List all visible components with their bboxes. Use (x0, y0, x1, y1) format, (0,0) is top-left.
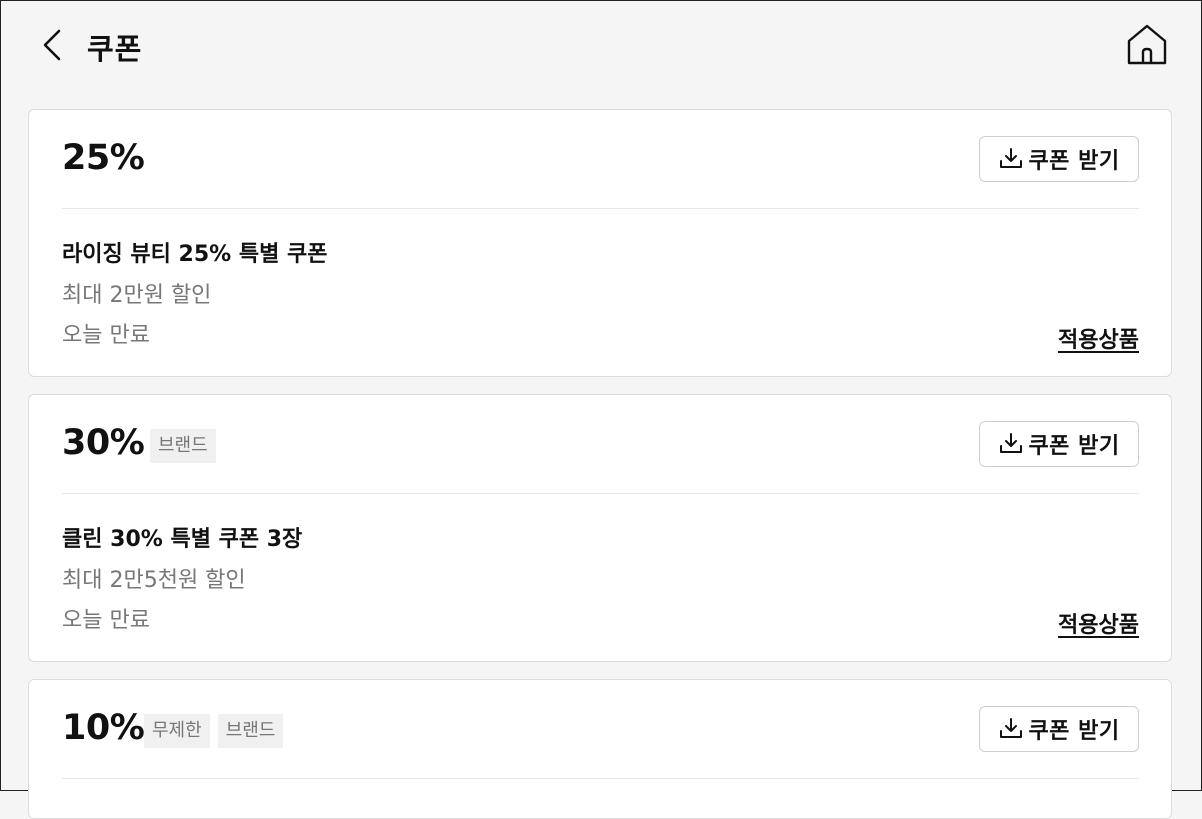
back-button[interactable] (37, 25, 71, 65)
coupon-tag: 무제한 (144, 714, 210, 748)
download-coupon-button[interactable]: 쿠폰 받기 (979, 136, 1139, 182)
download-icon (1000, 718, 1023, 738)
coupon-tag: 브랜드 (150, 429, 216, 463)
coupon-card: 25% 쿠폰 받기 라이징 뷰티 25% 특별 쿠폰 최대 2만원 할인 오늘 … (28, 109, 1172, 377)
top-bar: 쿠폰 (1, 1, 1201, 91)
download-coupon-label: 쿠폰 받기 (1028, 149, 1120, 174)
page-title: 쿠폰 (87, 32, 143, 66)
coupon-card-header: 10% 무제한 브랜드 쿠폰 받기 (29, 680, 1171, 778)
coupon-expiry: 오늘 만료 (62, 608, 150, 633)
download-coupon-button[interactable]: 쿠폰 받기 (979, 706, 1139, 752)
coupon-card: 30% 브랜드 쿠폰 받기 클린 30% 특별 쿠폰 3장 최대 2만5천원 할… (28, 394, 1172, 662)
coupon-percent: 30% (62, 423, 145, 463)
applicable-products-link[interactable]: 적용상품 (1058, 607, 1139, 639)
download-coupon-label: 쿠폰 받기 (1028, 719, 1120, 744)
download-icon (1000, 433, 1023, 453)
coupon-name: 라이징 뷰티 25% 특별 쿠폰 (62, 242, 328, 267)
card-divider (62, 208, 1139, 209)
coupon-card-header: 25% 쿠폰 받기 (29, 110, 1171, 208)
coupon-expiry: 오늘 만료 (62, 323, 150, 348)
download-coupon-button[interactable]: 쿠폰 받기 (979, 421, 1139, 467)
coupon-max-discount: 최대 2만원 할인 (62, 283, 212, 308)
applicable-products-link[interactable]: 적용상품 (1058, 322, 1139, 354)
home-icon (1127, 24, 1167, 65)
coupon-tags: 무제한 브랜드 (144, 714, 284, 748)
card-divider (62, 778, 1139, 779)
coupon-name: 클린 30% 특별 쿠폰 3장 (62, 527, 303, 552)
coupon-tags: 브랜드 (150, 429, 216, 463)
chevron-left-icon (43, 29, 61, 61)
download-icon (1000, 148, 1023, 168)
coupon-percent: 25% (62, 138, 145, 178)
coupon-card: 10% 무제한 브랜드 쿠폰 받기 (28, 679, 1172, 819)
coupon-tag: 브랜드 (217, 714, 284, 748)
coupon-percent: 10% (62, 708, 145, 748)
coupon-max-discount: 최대 2만5천원 할인 (62, 568, 246, 593)
download-coupon-label: 쿠폰 받기 (1028, 434, 1120, 459)
card-divider (62, 493, 1139, 494)
coupon-card-header: 30% 브랜드 쿠폰 받기 (29, 395, 1171, 493)
home-button[interactable] (1123, 20, 1171, 68)
